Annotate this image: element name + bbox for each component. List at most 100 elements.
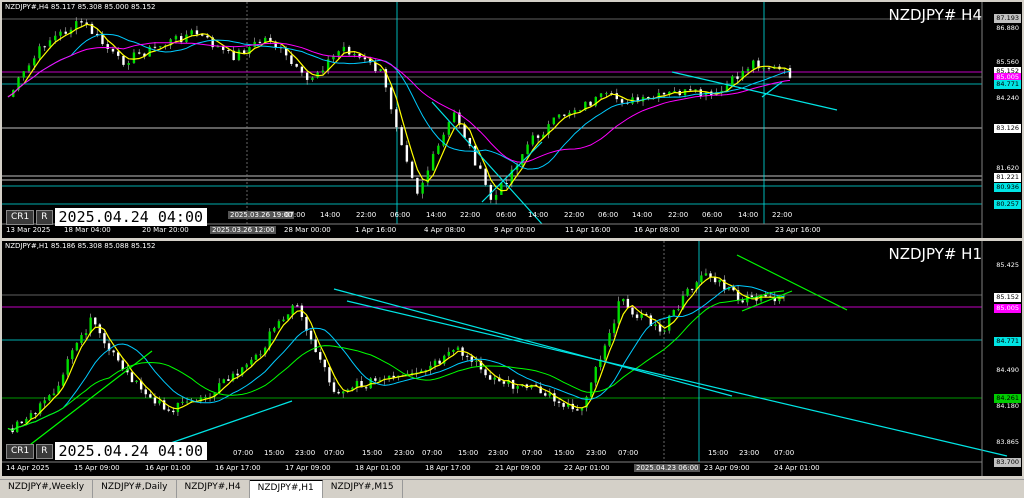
time-axis-label: 18 Apr 01:00 (355, 464, 401, 472)
candle-body (237, 50, 241, 61)
candle-body (599, 93, 603, 97)
candle-body (258, 41, 262, 43)
grid-time-label: 07:00 (522, 449, 543, 457)
candle-body (48, 40, 52, 47)
candle-body (494, 194, 498, 200)
candle-body (80, 335, 83, 343)
candle-body (563, 114, 566, 116)
candle-body (122, 55, 125, 65)
candle-body (608, 332, 611, 346)
tab-nzdjpy--h1[interactable]: NZDJPY#,H1 (249, 480, 323, 498)
time-axis-label: 18 Apr 17:00 (425, 464, 471, 472)
candle-body (452, 349, 455, 352)
candle-body (764, 295, 767, 297)
time-axis-label: 22 Apr 01:00 (564, 464, 610, 472)
candle-body (222, 379, 226, 384)
chart-h4-canvas (2, 2, 983, 238)
candle-body (622, 298, 625, 302)
cr-button[interactable]: CR1 (6, 443, 35, 459)
tab-nzdjpy--daily[interactable]: NZDJPY#,Daily (93, 480, 177, 498)
candle-body (75, 342, 79, 351)
candle-body (746, 68, 750, 71)
candle-body (111, 48, 115, 52)
candle-body (364, 387, 368, 389)
grid-time-label: 15:00 (708, 449, 729, 457)
candle-body (605, 93, 608, 95)
r-button[interactable]: R (36, 443, 53, 459)
time-axis-label: 21 Apr 00:00 (704, 226, 750, 234)
grid-time-label: 07:00 (324, 449, 345, 457)
price-label: 84.180 (996, 402, 1019, 410)
candle-body (353, 54, 356, 56)
candle-body (484, 168, 487, 185)
candle-body (127, 63, 130, 65)
candle-body (337, 391, 340, 394)
candle-body (347, 46, 351, 55)
grid-time-label: 15:00 (264, 449, 285, 457)
candle-body (190, 30, 193, 35)
candle-body (557, 114, 561, 118)
candle-body (511, 380, 515, 389)
candle-body (447, 351, 451, 356)
candle-body (332, 382, 336, 392)
candle-body (59, 31, 62, 36)
time-axis-label: 16 Apr 08:00 (634, 226, 680, 234)
tab-nzdjpy--m15[interactable]: NZDJPY#,M15 (322, 480, 403, 498)
candle-body (48, 395, 51, 401)
candle-body (227, 379, 230, 381)
candle-body (22, 71, 25, 78)
candle-body (291, 305, 294, 315)
candle-body (488, 375, 492, 380)
candle-body (752, 60, 755, 69)
candle-body (174, 36, 178, 40)
price-zigzag-line (7, 23, 791, 192)
candle-body (29, 413, 33, 419)
chart-h4-controls: CR1 R 2025.04.24 04:00 (6, 208, 208, 226)
candle-body (227, 49, 230, 51)
candle-body (395, 109, 398, 128)
time-axis-label: 2025.03.26 12:00 (210, 226, 277, 234)
candle-body (176, 402, 180, 413)
grid-time-label: 22:00 (356, 211, 377, 219)
candle-body (400, 127, 403, 146)
cr-button[interactable]: CR1 (6, 209, 35, 225)
candle-body (493, 377, 496, 380)
candle-body (589, 101, 592, 106)
candle-body (138, 52, 141, 54)
grid-time-label: 22:00 (668, 211, 689, 219)
time-axis-label: 28 Mar 00:00 (284, 226, 331, 234)
grid-time-label: 06:00 (496, 211, 517, 219)
grid-time-label: 22:00 (564, 211, 585, 219)
candle-body (456, 347, 460, 350)
chart-h1-canvas (2, 241, 1008, 476)
grid-time-label: 22:00 (772, 211, 793, 219)
candle-body (117, 51, 120, 56)
chart-h1[interactable]: NZDJPY#,H1 85.186 85.308 85.088 85.152 N… (2, 241, 1022, 476)
candle-body (576, 409, 579, 411)
candle-body (43, 400, 46, 404)
candle-body (80, 21, 83, 23)
candle-body (631, 307, 634, 315)
candle-body (282, 319, 285, 322)
candle-body (52, 393, 56, 396)
candle-body (573, 110, 577, 113)
tab-nzdjpy--weekly[interactable]: NZDJPY#,Weekly (0, 480, 94, 498)
candle-body (620, 99, 624, 103)
time-axis-label: 15 Apr 09:00 (74, 464, 120, 472)
candle-body (311, 77, 314, 80)
grid-time-label: 23:00 (586, 449, 607, 457)
candle-body (416, 177, 419, 194)
tab-nzdjpy--h4[interactable]: NZDJPY#,H4 (176, 480, 250, 498)
price-label: 81.620 (996, 164, 1019, 172)
candle-body (516, 386, 519, 389)
grid-time-label: 14:00 (738, 211, 759, 219)
grid-time-label: 07:00 (285, 211, 306, 219)
candle-body (314, 339, 317, 353)
grid-time-label: 15:00 (362, 449, 383, 457)
candle-body (589, 382, 593, 397)
r-button[interactable]: R (36, 209, 53, 225)
chart-h4[interactable]: NZDJPY#,H4 85.117 85.308 85.000 85.152 N… (2, 2, 1022, 238)
candle-body (337, 51, 340, 56)
candle-body (54, 35, 57, 41)
candle-body (767, 67, 771, 69)
